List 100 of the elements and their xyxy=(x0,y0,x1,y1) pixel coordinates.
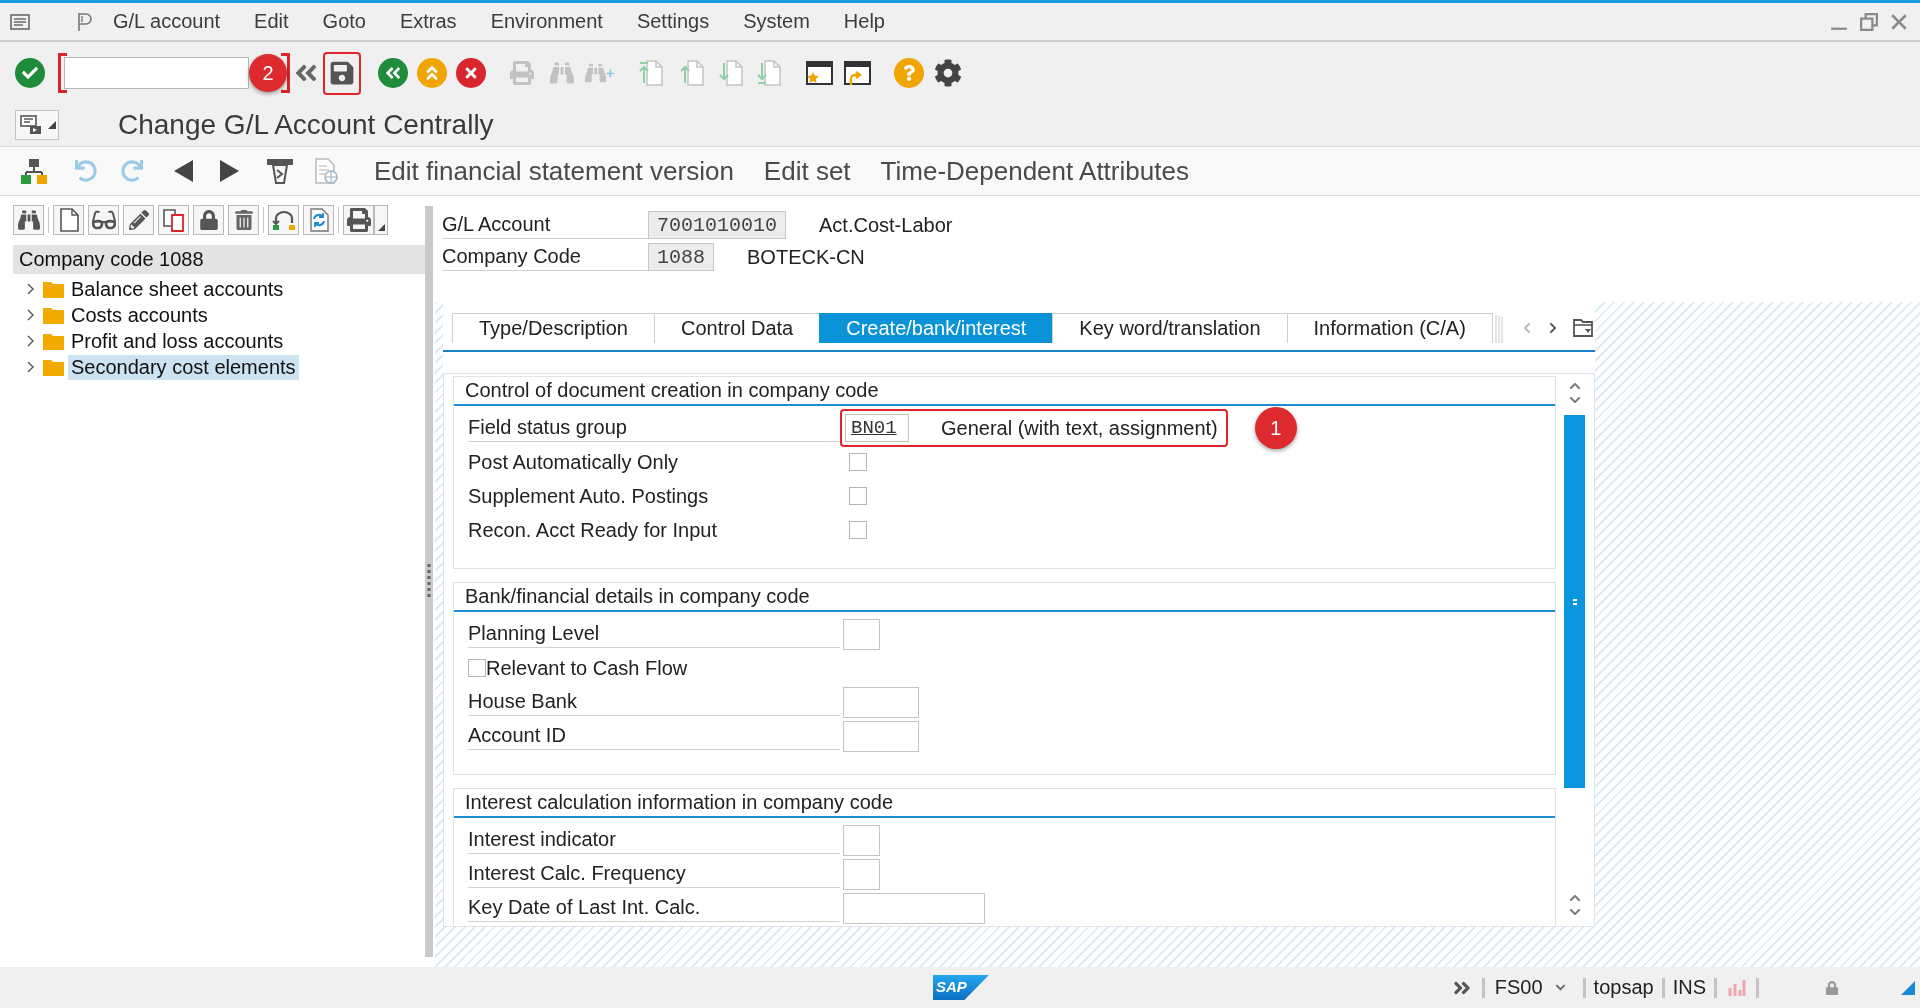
triangle-left-icon[interactable] xyxy=(173,160,195,182)
input-field[interactable] xyxy=(843,686,919,718)
copy-icon xyxy=(161,208,186,232)
checkbox[interactable] xyxy=(849,487,867,505)
field-label: House Bank xyxy=(468,690,577,713)
stand-icon[interactable] xyxy=(266,157,294,185)
chevron-right-icon[interactable] xyxy=(26,309,36,321)
input-field[interactable] xyxy=(843,618,880,650)
menu-item[interactable]: G/L account xyxy=(113,10,221,33)
field-label: Planning Level xyxy=(468,622,600,645)
toolbar-button[interactable] xyxy=(303,205,334,235)
tab-list-icon[interactable] xyxy=(1573,319,1593,337)
chevron-right-icon[interactable] xyxy=(1547,322,1559,334)
tab[interactable]: Type/Description xyxy=(452,313,655,343)
toolbar-button[interactable] xyxy=(193,205,224,235)
arc-arrow-icon xyxy=(271,209,296,231)
callout-badge: 1 xyxy=(1254,407,1297,449)
insert-mode: INS xyxy=(1672,976,1706,999)
screen-icon xyxy=(19,114,43,136)
field-label: Field status group xyxy=(468,416,627,439)
folder-icon xyxy=(43,280,64,298)
toolbar-button[interactable] xyxy=(88,205,119,235)
restore-icon[interactable] xyxy=(1860,12,1878,31)
input-field[interactable] xyxy=(843,858,880,890)
settings-icon[interactable] xyxy=(933,58,963,88)
toolbar-button[interactable] xyxy=(53,205,84,235)
toolbar-button[interactable] xyxy=(343,205,374,235)
chevron-right-icon[interactable] xyxy=(26,335,36,347)
toolbar-button[interactable] xyxy=(268,205,299,235)
page-title: Change G/L Account Centrally xyxy=(118,109,494,141)
lock-icon xyxy=(198,210,219,230)
printer-icon xyxy=(346,208,371,232)
trash-icon xyxy=(233,210,254,230)
menu-icon[interactable] xyxy=(10,13,30,30)
system-name: FS00 xyxy=(1494,976,1543,999)
binoculars-icon xyxy=(17,209,40,231)
flag-icon[interactable] xyxy=(77,11,93,32)
input-field[interactable] xyxy=(843,824,880,856)
toolbar-button[interactable] xyxy=(123,205,154,235)
tree-item[interactable]: Secondary cost elements xyxy=(68,354,299,380)
dropdown-triangle-icon xyxy=(48,121,56,129)
checkbox[interactable] xyxy=(849,453,867,471)
toolbar-button[interactable]: Time-Dependent Attributes xyxy=(876,155,1193,187)
output-field: 1088 xyxy=(648,243,714,271)
command-field[interactable] xyxy=(64,57,249,89)
menu-item[interactable]: Help xyxy=(843,10,885,33)
field-label: Account ID xyxy=(468,724,566,747)
output-field: 7001010010 xyxy=(648,211,787,239)
input-field[interactable] xyxy=(843,892,985,924)
field-label: Recon. Acct Ready for Input xyxy=(468,518,718,542)
check-icon[interactable] xyxy=(15,58,45,88)
checkbox[interactable] xyxy=(468,659,486,677)
menu-item[interactable]: System xyxy=(743,10,810,33)
scrollbar-thumb[interactable] xyxy=(1564,415,1585,788)
toolbar-button[interactable] xyxy=(158,205,189,235)
logo: SAP xyxy=(933,975,989,1000)
checkbox[interactable] xyxy=(849,521,867,539)
triangle-right-icon[interactable] xyxy=(218,160,240,182)
menu-item[interactable]: Extras xyxy=(399,10,457,33)
field-description: General (with text, assignment) xyxy=(941,416,1218,440)
field-label: Key Date of Last Int. Calc. xyxy=(468,896,701,919)
resize-grip-icon xyxy=(1901,980,1915,995)
back-icon[interactable] xyxy=(378,58,408,88)
toolbar-button[interactable] xyxy=(13,205,44,235)
folder-icon xyxy=(43,332,64,350)
toolbar-button[interactable]: Edit financial statement version xyxy=(370,155,738,187)
group-title: Control of document creation in company code xyxy=(465,379,879,401)
chevron-right-icon[interactable] xyxy=(26,361,36,373)
field-label: Relevant to Cash Flow xyxy=(486,656,688,680)
host-name: topsap xyxy=(1593,976,1654,999)
dropdown-button[interactable] xyxy=(15,110,59,140)
field-label: Interest Calc. Frequency xyxy=(468,862,686,885)
pencil-icon xyxy=(128,210,149,230)
menu-item[interactable]: Settings xyxy=(636,10,710,33)
input-field[interactable] xyxy=(843,720,919,752)
callout-badge: 2 xyxy=(249,54,287,92)
field-label: G/L Account xyxy=(442,213,551,236)
tab[interactable]: Information (C/A) xyxy=(1286,313,1493,343)
tree-item[interactable]: Balance sheet accounts xyxy=(68,276,287,302)
menu-item[interactable]: Goto xyxy=(322,10,366,33)
input-field[interactable]: BN01 xyxy=(845,414,909,442)
tree-item[interactable]: Costs accounts xyxy=(68,302,211,328)
blank-page-icon xyxy=(58,208,79,232)
tree-root[interactable]: Company code 1088 xyxy=(13,245,425,274)
field-label: Interest indicator xyxy=(468,828,616,851)
folder-icon xyxy=(43,306,64,324)
toolbar-button[interactable] xyxy=(228,205,259,235)
toolbar-button[interactable]: Edit set xyxy=(759,155,855,187)
tab[interactable]: Key word/translation xyxy=(1052,313,1288,343)
menu-item[interactable]: Environment xyxy=(490,10,603,33)
tree-item[interactable]: Profit and loss accounts xyxy=(68,328,287,354)
folder-icon xyxy=(43,358,64,376)
hierarchy-icon[interactable] xyxy=(20,157,48,185)
chevron-right-icon[interactable] xyxy=(26,283,36,295)
close-icon[interactable] xyxy=(1890,12,1908,31)
field-label: Supplement Auto. Postings xyxy=(468,484,709,508)
group-title: Bank/financial details in company code xyxy=(465,585,810,607)
cancel-icon[interactable] xyxy=(456,58,486,88)
dropdown-button[interactable] xyxy=(374,205,388,235)
menu-item[interactable]: Edit xyxy=(254,10,289,33)
